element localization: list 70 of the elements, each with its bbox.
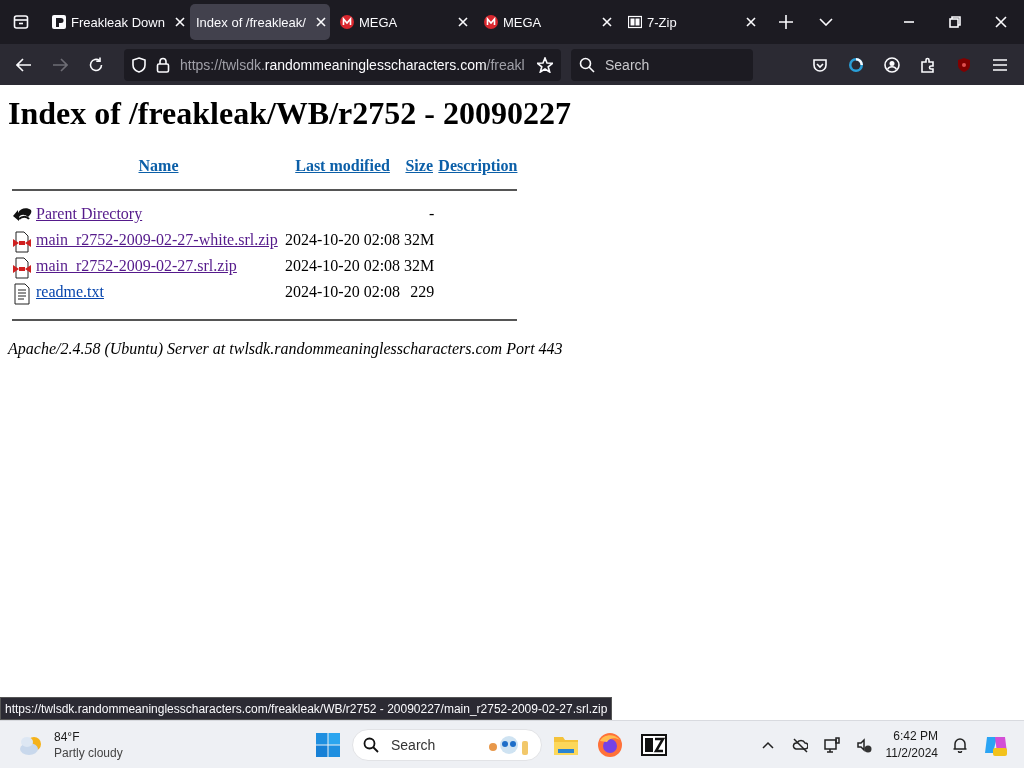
bell-icon [952, 736, 968, 753]
file-size: 32M [404, 257, 435, 274]
server-signature: Apache/2.4.58 (Ubuntu) Server at twlsdk.randommeaninglesscharacters.com Port 443 [8, 340, 564, 358]
status-tooltip: https://twlsdk.randommeaninglesscharacters.com/freakleak/WB/r2752 - 20090227/main_r2752-2009-02-27.srl.zip [0, 697, 613, 720]
close-icon[interactable] [746, 17, 756, 27]
browser-tab[interactable]: MEGA [334, 4, 474, 40]
column-header-link[interactable]: Name [138, 157, 179, 174]
search-field[interactable]: Search [603, 55, 737, 74]
m-logo-icon [340, 15, 354, 29]
restore-icon [949, 16, 961, 28]
site-icon [52, 15, 66, 29]
shield-badge-icon [956, 56, 972, 73]
puzzle-icon [920, 56, 936, 73]
m-logo-icon [484, 15, 498, 29]
search-icon [363, 736, 379, 753]
temperature: 84°F [54, 729, 81, 744]
archive-file-icon [12, 231, 32, 253]
taskbar-search-box[interactable]: Search [352, 728, 542, 761]
browser-tab[interactable]: 7-Zip [622, 4, 762, 40]
cloud-off-icon [791, 736, 808, 753]
clock-button[interactable]: 6:42 PM 11/2/2024 [885, 729, 938, 760]
search-icon [579, 56, 595, 73]
account-icon [884, 56, 900, 73]
ring-icon [848, 56, 864, 73]
forward-arrow-icon [52, 57, 68, 72]
weather-condition: Partly cloudy [54, 745, 123, 760]
column-header-link[interactable]: Size [405, 157, 433, 174]
browser-tab[interactable]: MEGA [478, 4, 618, 40]
reload-icon [88, 56, 104, 73]
list-icon [13, 14, 29, 30]
search-box[interactable]: Search [571, 48, 753, 81]
text-file-icon [12, 283, 32, 305]
page-heading: Index of /freakleak/WB/r2752 - 20090227 [8, 95, 572, 132]
file-size: 32M [404, 231, 435, 248]
file-size: 229 [410, 283, 435, 300]
modified-date: 2024-10-20 02:08 [285, 231, 401, 248]
taskbar-search-field[interactable]: Search [389, 735, 463, 754]
file-size: - [429, 205, 435, 222]
column-header-link[interactable]: Description [438, 157, 518, 174]
browser-tab[interactable]: Index of /freakleak/ [190, 4, 330, 40]
file-link[interactable]: main_r2752-2009-02-27.srl.zip [36, 257, 237, 274]
column-header-link[interactable]: Last modified [295, 157, 390, 174]
shield-icon [132, 56, 146, 73]
address-bar[interactable]: https://twlsdk.randommeaninglesscharacters.com/freakl [124, 48, 561, 81]
lock-icon [156, 56, 170, 73]
speaker-muted-icon [855, 736, 872, 753]
modified-date: 2024-10-20 02:08 [285, 283, 401, 300]
back-arrow-icon [16, 57, 32, 72]
url-text: https://twlsdk.randommeaninglesscharacters.com/freakl [180, 56, 526, 73]
fox-globe-icon [597, 731, 623, 758]
close-icon[interactable] [315, 17, 326, 27]
menu-icon [992, 56, 1008, 73]
chevron-down-icon [819, 18, 833, 26]
app-icon [628, 15, 642, 29]
pocket-icon [812, 56, 828, 73]
archive-file-icon [12, 257, 32, 279]
archiver-icon [641, 733, 667, 756]
star-icon[interactable] [537, 56, 553, 73]
file-link[interactable]: readme.txt [36, 283, 104, 300]
modified-date: 2024-10-20 02:08 [285, 257, 401, 274]
monitor-icon [823, 736, 840, 753]
plus-icon [779, 15, 793, 29]
windows-logo-icon [316, 732, 340, 757]
close-icon[interactable] [602, 17, 612, 27]
browser-tab[interactable]: Freakleak Down [46, 4, 186, 40]
file-link[interactable]: Parent Directory [36, 205, 143, 222]
close-icon [995, 16, 1007, 28]
file-link[interactable]: main_r2752-2009-02-27-white.srl.zip [36, 231, 278, 248]
close-icon[interactable] [174, 17, 185, 27]
close-icon[interactable] [458, 17, 468, 27]
